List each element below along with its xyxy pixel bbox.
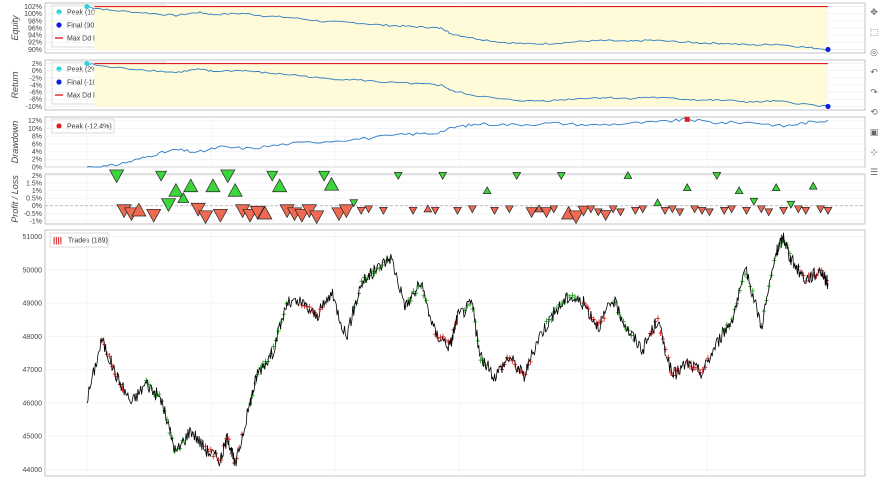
box-zoom-icon[interactable]: ⬚: [869, 28, 879, 38]
drawdown-ylabel: Drawdown: [10, 121, 20, 164]
y-tick-label-price: 44000: [23, 467, 43, 474]
return-series: [84, 60, 831, 110]
undo-icon[interactable]: ↶: [869, 68, 879, 78]
y-tick-label-price: 49000: [23, 301, 43, 308]
equity-peak-point: [84, 3, 90, 10]
y-tick-label-price: 45000: [23, 434, 43, 441]
final-marker-icon: [56, 79, 62, 85]
pan-icon[interactable]: ✥: [869, 8, 879, 18]
y-tick-label-profit-loss: 0.5%: [26, 196, 42, 203]
y-tick-label-profit-loss: 1%: [32, 188, 42, 195]
y-tick-label-drawdown: 6%: [32, 141, 42, 148]
y-tick-label-price: 48000: [23, 334, 43, 341]
y-tick-label-drawdown: 10%: [28, 126, 42, 133]
y-tick-label-equity: 96%: [28, 25, 42, 32]
price-legend: |||| Trades (189): [49, 232, 109, 248]
y-tick-label-profit-loss: 1.5%: [26, 180, 42, 187]
y-tick-label-price: 51000: [23, 234, 43, 241]
y-tick-label-return: 0%: [32, 68, 42, 75]
y-tick-label-price: 50000: [23, 267, 43, 274]
trades-marker-icon: ||||: [53, 236, 62, 245]
drawdown-peak-point: [684, 116, 690, 122]
y-tick-label-profit-loss: -1%: [30, 218, 42, 225]
y-tick-label-return: -6%: [30, 90, 42, 97]
price-legend-trades: Trades (189): [68, 238, 108, 245]
crosshair-icon[interactable]: ⊹: [869, 148, 879, 158]
y-tick-label-price: 47000: [23, 367, 43, 374]
y-tick-label-drawdown: 8%: [32, 134, 42, 141]
hover-icon[interactable]: ☰: [869, 168, 879, 178]
peak-marker-icon: [56, 123, 62, 129]
final-marker-icon: [56, 22, 62, 28]
return-ylabel: Return: [10, 71, 20, 98]
y-tick-label-return: -8%: [30, 97, 42, 104]
wheel-zoom-icon[interactable]: ◎: [869, 48, 879, 58]
y-tick-label-equity: 102%: [24, 4, 42, 11]
profit-loss-ylabel: Profit / Loss: [10, 175, 20, 223]
return-final-point: [825, 103, 831, 110]
y-tick-label-profit-loss: 2%: [32, 173, 42, 180]
y-tick-label-profit-loss: 0%: [32, 203, 42, 210]
y-tick-label-equity: 94%: [28, 33, 42, 40]
equity-final-point: [825, 46, 831, 53]
return-dd-area: [94, 63, 828, 107]
redo-icon[interactable]: ↷: [869, 88, 879, 98]
y-tick-label-drawdown: 2%: [32, 157, 42, 164]
price-panel: [44, 229, 866, 477]
equity-ylabel: Equity: [10, 15, 20, 41]
y-tick-label-profit-loss: -0.5%: [24, 211, 42, 218]
drawdown-legend-peak: Peak (-12.4%): [67, 124, 112, 131]
save-icon[interactable]: ▣: [869, 128, 879, 138]
profit-loss-panel: Profit / Loss: [10, 173, 866, 225]
chart-toolbar: ✥ ⬚ ◎ ↶ ↷ ⟲ ▣ ⊹ ☰: [868, 0, 880, 480]
y-tick-label-drawdown: 4%: [32, 149, 42, 156]
y-tick-label-price: 46000: [23, 400, 43, 407]
y-tick-label-return: -10%: [26, 104, 42, 111]
y-tick-label-drawdown: 12%: [28, 118, 42, 125]
equity-series: [84, 3, 831, 53]
y-tick-label-equity: 92%: [28, 40, 42, 47]
return-peak-point: [84, 60, 90, 67]
y-tick-label-drawdown: 0%: [32, 164, 42, 171]
y-tick-label-return: 2%: [32, 61, 42, 68]
reset-icon[interactable]: ⟲: [869, 108, 879, 118]
y-tick-label-equity: 98%: [28, 18, 42, 25]
y-tick-label-equity: 100%: [24, 11, 42, 18]
backtest-charts-svg: Equity Return Drawdown Profit / Loss Pea…: [10, 2, 866, 477]
backtest-chart-stage: Equity Return Drawdown Profit / Loss Pea…: [0, 0, 880, 480]
y-tick-label-return: -2%: [30, 75, 42, 82]
y-tick-label-return: -4%: [30, 82, 42, 89]
y-tick-label-equity: 90%: [28, 47, 42, 54]
